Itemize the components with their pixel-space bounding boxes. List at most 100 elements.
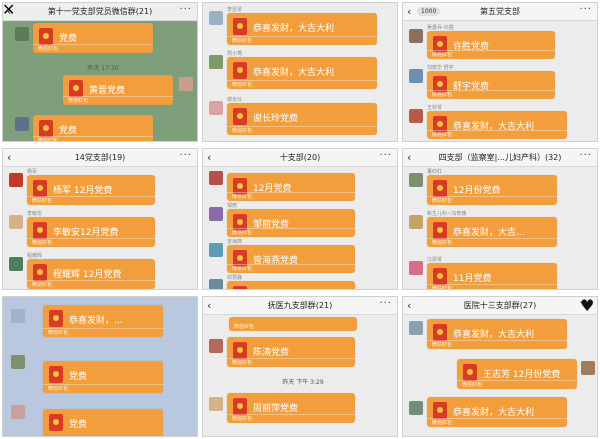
red-packet-message[interactable]: 董红红 12月份党费 微信红包 [427,169,557,205]
red-packet-label: 微信红包 [32,282,53,288]
chat-panel-8: ‹ 抚医九支部群(21) ··· 微信红包 陈涛党费 微信红包 昨天 下午 3:… [202,296,398,437]
red-packet-message[interactable]: 谢长玲 谢长玲党费 微信红包 [227,97,377,135]
red-packet-message[interactable]: 李显琴 恭喜发财，大吉大利 微信红包 [227,7,377,45]
back-icon[interactable]: ‹ [207,151,211,164]
chat-title: 四支部（监察室|...儿妇产科）(32) [438,153,562,162]
red-packet-message[interactable]: 恭喜发财，大吉大利 微信红包 [427,397,567,427]
cross-mark-icon: ✕ [2,0,16,19]
more-icon[interactable]: ··· [579,4,592,15]
red-packet-message[interactable]: 陈涛党费 微信红包 [227,337,355,367]
red-packet-label: 微信红包 [432,198,453,204]
red-packet-title: 谢长玲党费 [253,114,299,124]
timestamp: 昨天 17:20 [87,65,119,72]
back-icon[interactable]: ‹ [407,299,411,312]
more-icon[interactable]: ··· [179,4,192,15]
red-packet-message[interactable]: 新生儿科~冯奇楠 恭喜发财，大吉... 微信红包 [427,211,557,247]
red-packet-icon [39,28,53,45]
more-icon[interactable]: ··· [379,150,392,161]
red-packet-message[interactable]: 邓慧静 [227,275,355,289]
red-packet-label: 微信红包 [32,240,53,246]
red-packet-message[interactable]: 12月党费 微信红包 [227,167,355,201]
more-icon[interactable]: ··· [179,150,192,161]
avatar [409,321,423,335]
back-icon[interactable]: ‹ [7,151,11,164]
red-packet-message[interactable]: 王志芳 12月份党费 微信红包 [457,359,577,389]
red-packet-message[interactable]: 江恩琴 11月党费 微信红包 [427,257,557,289]
back-icon[interactable]: ‹ [207,299,211,312]
avatar [11,355,25,369]
red-packet-message[interactable]: 党费 微信红包 [33,23,153,53]
red-packet-icon [233,342,247,359]
avatar [209,207,223,221]
red-packet-title: 11月党费 [453,274,492,284]
red-packet-icon [433,324,447,341]
red-packet-icon [69,80,83,97]
chat-panel-3: ‹ 1000 第五党支部 ··· 吴勇兵-许胜 许胜党费 微信红包 刘丽华 舒宇… [402,2,598,142]
red-packet-message[interactable]: 程耀辉 程耀辉 12月党费 微信红包 [27,253,155,289]
back-icon[interactable]: ‹ [407,5,411,18]
avatar [209,279,223,289]
red-packet-title: 恭喜发财，大吉大利 [453,330,535,340]
avatar [409,69,423,83]
red-packet-message[interactable]: 恭喜发财，... 微信红包 [43,305,163,337]
red-packet-label: 微信红包 [232,128,253,134]
red-packet-label: 微信红包 [462,382,483,388]
red-packet-title: 恭喜发财，大吉大利 [253,24,335,34]
red-packet-label: 微信红包 [68,98,89,104]
red-packet-label: 微信红包 [232,194,253,200]
red-packet-message[interactable]: 李敏安 李敏安12月党费 微信红包 [27,211,155,247]
red-packet-label: 微信红包 [232,38,253,44]
red-packet-icon [39,120,53,137]
avatar [409,215,423,229]
screenshot-collage: ‹ 第十一党支部党员微信群(21) ··· 党费 微信红包 昨天 17:20 黄… [0,0,600,439]
red-packet-label: 微信红包 [432,132,453,138]
red-packet-message[interactable]: 邹丽 邹丽党费 微信红包 [227,203,355,237]
red-packet-label: 微信红包 [232,416,253,422]
red-packet-title: 程耀辉 12月党费 [53,270,122,280]
red-packet-label: 微信红包 [432,52,453,58]
red-packet-message[interactable]: 周丽萍党费 微信红包 [227,393,355,423]
back-icon[interactable]: ‹ [407,151,411,164]
red-packet-label: 微信红包 [232,82,253,88]
red-packet-message[interactable]: 恭喜发财，大吉大利 微信红包 [427,319,567,349]
more-icon[interactable]: ··· [579,150,592,161]
red-packet-message[interactable]: 王钦琴 恭喜发财，大吉大利 微信红包 [427,105,567,139]
red-packet-message[interactable]: 微信红包 [229,317,357,331]
red-packet-title: 恭喜发财，大吉... [453,228,525,238]
chat-title: 抚医九支部群(21) [267,301,333,310]
red-packet-label: 微信红包 [232,266,253,272]
red-packet-message[interactable]: 吴勇兵-许胜 许胜党费 微信红包 [427,25,555,59]
red-packet-message[interactable]: 刘丽华 舒宇 舒宇党费 微信红包 [427,65,555,99]
red-packet-message[interactable]: 党费 [43,409,163,436]
avatar [209,11,223,25]
red-packet-label: 微信红包 [234,324,255,330]
avatar [209,55,223,69]
red-packet-message[interactable]: 曾海燕 曾海燕党费 微信红包 [227,239,355,273]
avatar [15,117,29,131]
red-packet-message[interactable]: 周小莺 恭喜发财，大吉大利 微信红包 [227,51,377,89]
chat-title: 医院十三支部群(27) [463,301,537,310]
red-packet-message[interactable]: 党费 微信红包 [43,361,163,393]
red-packet-label: 微信红包 [48,386,69,392]
red-packet-label: 微信红包 [232,360,253,366]
red-packet-title: 恭喜发财，大吉大利 [253,68,335,78]
red-packet-icon [49,366,63,383]
red-packet-label: 微信红包 [38,138,59,142]
avatar [9,215,23,229]
chat-panel-4: ‹ 14党支部(19) ··· 杨军 杨军 12月党费 微信红包 李敏安 李敏安… [2,148,198,290]
chat-panel-6: ‹ 四支部（监察室|...儿妇产科）(32) ··· 董红红 12月份党费 微信… [402,148,598,290]
red-packet-message[interactable]: 杨军 杨军 12月党费 微信红包 [27,169,155,205]
red-packet-title: 党费 [69,420,88,430]
chat-panel-7: 恭喜发财，... 微信红包 党费 微信红包 党费 [2,296,198,437]
red-packet-icon [233,62,247,79]
red-packet-message[interactable]: 黄晋党费 微信红包 [63,75,173,105]
red-packet-icon [233,108,247,125]
more-icon[interactable]: ··· [379,298,392,309]
red-packet-icon [33,264,47,281]
red-packet-message[interactable]: 党费 微信红包 [33,115,153,142]
red-packet-title: 王志芳 12月份党费 [483,370,561,380]
avatar [11,309,25,323]
avatar [11,405,25,419]
red-packet-icon [233,18,247,35]
red-packet-label: 微信红包 [432,240,453,246]
